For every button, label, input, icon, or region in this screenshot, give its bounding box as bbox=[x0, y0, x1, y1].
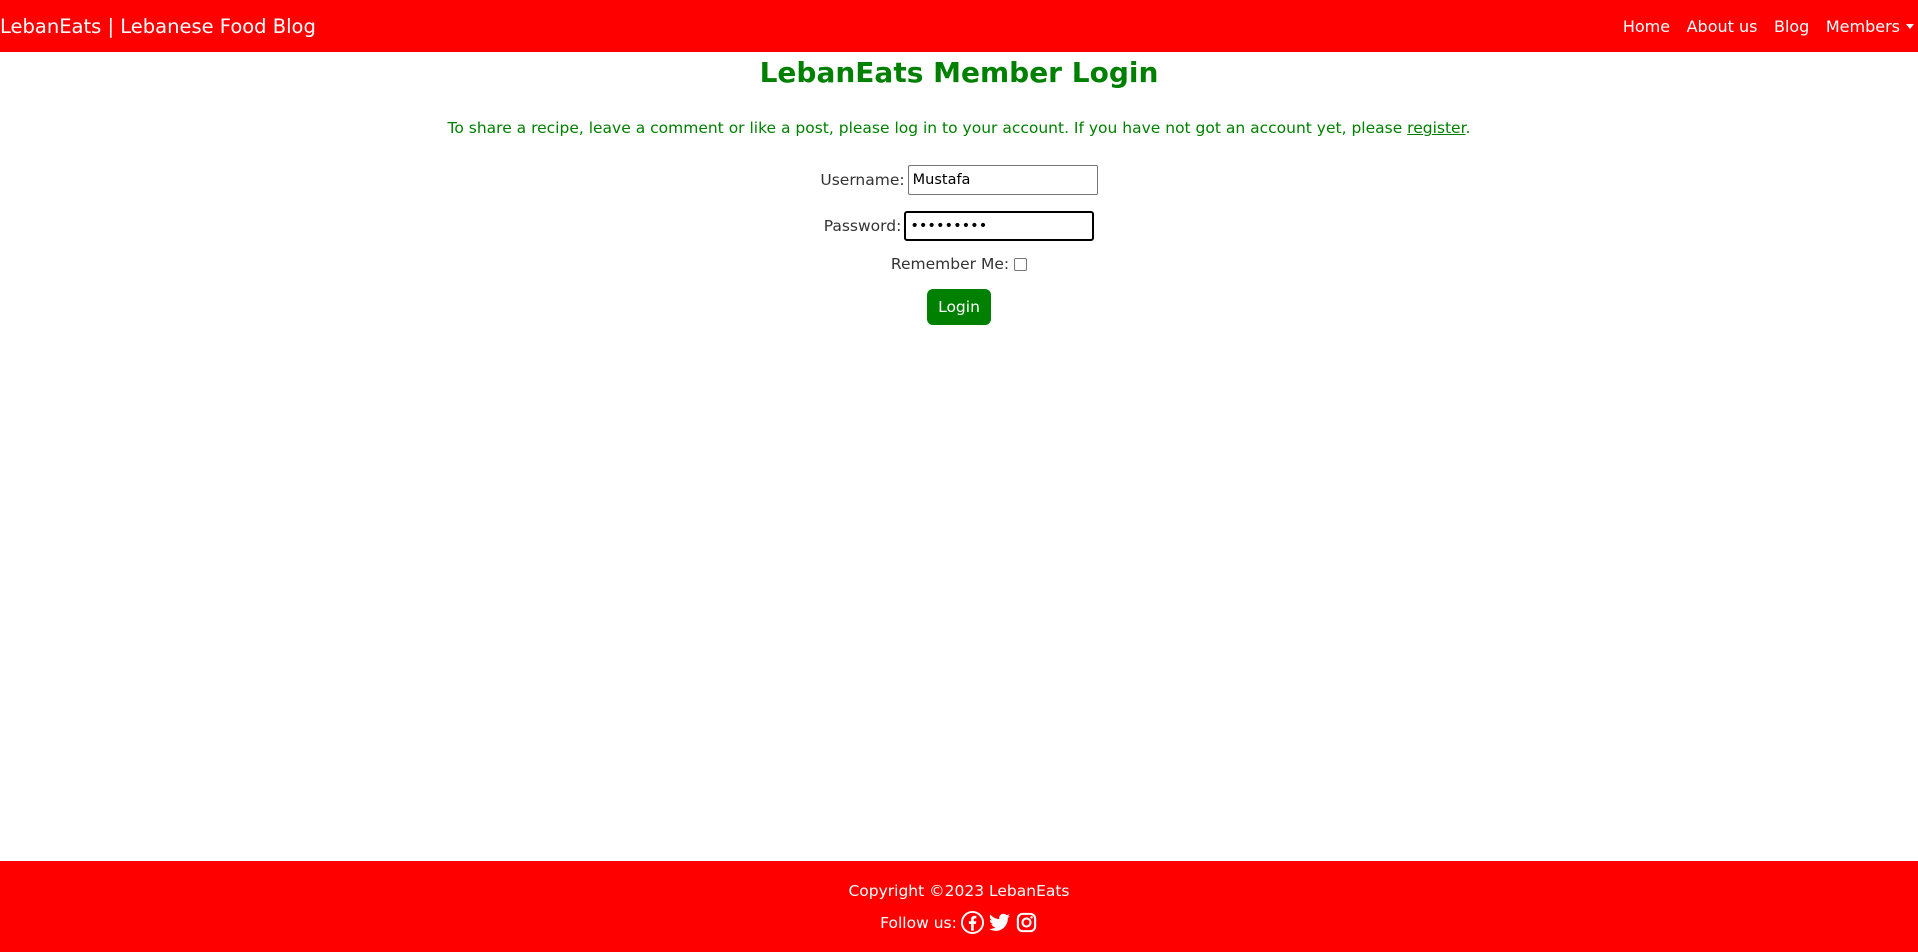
password-label: Password: bbox=[823, 217, 902, 235]
chevron-down-icon bbox=[1906, 23, 1914, 29]
copyright-text: Copyright ©2023 LebanEats bbox=[848, 882, 1070, 900]
nav-members-label: Members bbox=[1825, 16, 1900, 36]
brand-link[interactable]: LebanEats | Lebanese Food Blog bbox=[0, 15, 316, 38]
nav-home-link[interactable]: Home bbox=[1623, 17, 1670, 36]
username-row: Username: bbox=[0, 165, 1918, 195]
login-button[interactable]: Login bbox=[927, 289, 991, 325]
remember-me-checkbox[interactable] bbox=[1014, 257, 1028, 271]
password-row: Password: bbox=[0, 211, 1918, 241]
password-input[interactable] bbox=[904, 211, 1095, 241]
intro-text: To share a recipe, leave a comment or li… bbox=[447, 119, 1408, 137]
login-button-row: Login bbox=[0, 289, 1918, 325]
facebook-icon[interactable] bbox=[960, 911, 984, 934]
remember-row: Remember Me: bbox=[0, 255, 1918, 273]
nav-blog-link[interactable]: Blog bbox=[1774, 17, 1809, 36]
login-section: LebanEats Member Login To share a recipe… bbox=[0, 52, 1918, 325]
follow-us: Follow us: bbox=[0, 911, 1918, 934]
twitter-icon[interactable] bbox=[988, 911, 1011, 934]
username-label: Username: bbox=[820, 171, 905, 189]
register-link[interactable]: register bbox=[1407, 119, 1465, 137]
login-intro-text: To share a recipe, leave a comment or li… bbox=[0, 118, 1918, 138]
instagram-icon[interactable] bbox=[1015, 911, 1038, 934]
follow-label: Follow us: bbox=[880, 913, 957, 932]
username-input[interactable] bbox=[907, 165, 1098, 195]
nav-members-dropdown[interactable]: Members bbox=[1826, 17, 1914, 36]
remember-me-label: Remember Me: bbox=[890, 255, 1010, 273]
nav-links: Home About us Blog Members bbox=[1606, 17, 1918, 36]
top-navbar: LebanEats | Lebanese Food Blog Home Abou… bbox=[0, 0, 1918, 52]
login-form: Username: Password: Remember Me: Login bbox=[0, 165, 1918, 325]
intro-end: . bbox=[1465, 119, 1471, 137]
nav-about-link[interactable]: About us bbox=[1687, 17, 1758, 36]
footer: Copyright ©2023 LebanEats Follow us: bbox=[0, 861, 1918, 952]
page-title: LebanEats Member Login bbox=[759, 56, 1159, 89]
